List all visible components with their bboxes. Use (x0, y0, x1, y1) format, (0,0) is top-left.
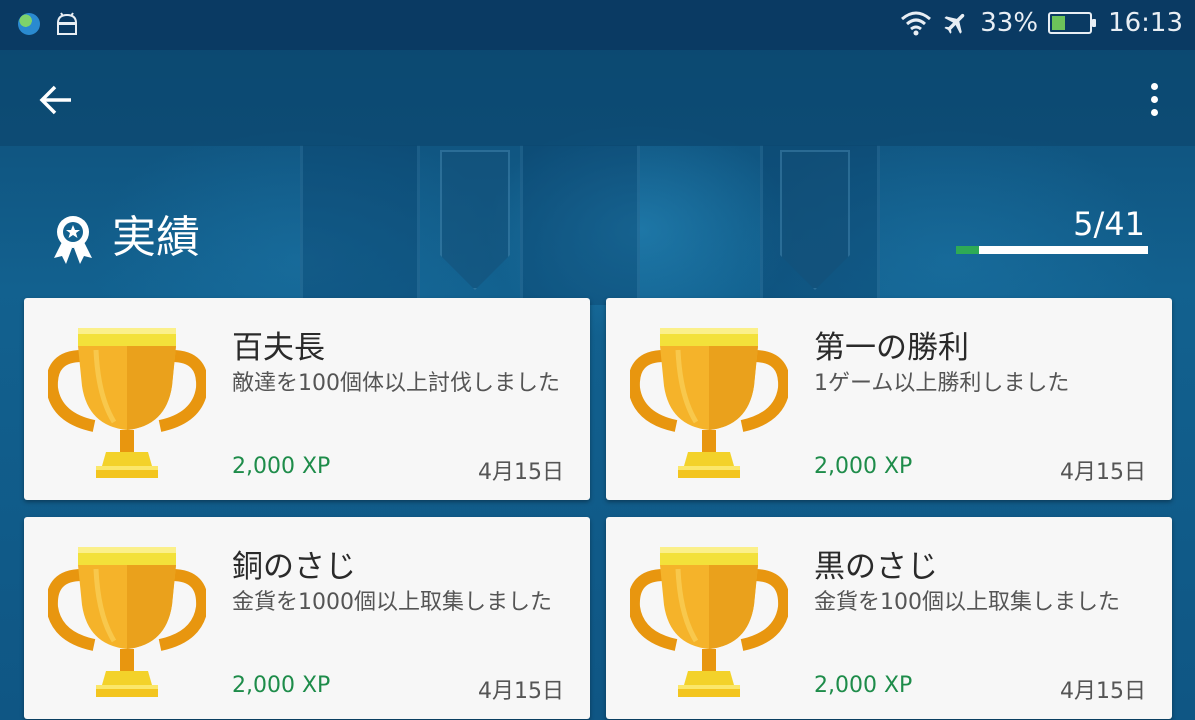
achievement-card[interactable]: 第一の勝利 1ゲーム以上勝利しました 2,000 XP 4月15日 (606, 298, 1172, 500)
trophy-icon (630, 326, 788, 482)
achievement-title: 黒のさじ (814, 549, 938, 585)
achievement-description: 1ゲーム以上勝利しました (814, 371, 1070, 396)
trophy-icon (48, 545, 206, 701)
trophy-icon (48, 326, 206, 482)
airplane-icon (944, 13, 965, 34)
achievement-description: 金貨を100個以上取集しました (814, 590, 1120, 615)
status-bar: 33% 16:13 (0, 0, 1195, 50)
achievement-description: 敵達を100個体以上討伐しました (232, 371, 560, 396)
achievement-date: 4月15日 (1060, 460, 1146, 485)
trophy-icon (630, 545, 788, 701)
achievement-xp: 2,000 XP (232, 673, 331, 698)
achievement-title: 第一の勝利 (814, 330, 969, 366)
progress-count: 5/41 (1073, 205, 1145, 243)
achievement-card[interactable]: 黒のさじ 金貨を100個以上取集しました 2,000 XP 4月15日 (606, 517, 1172, 719)
battery-charging-icon (1048, 12, 1097, 34)
page-title: 実績 (112, 212, 200, 263)
achievement-description: 金貨を1000個以上取集しました (232, 590, 552, 615)
more-vert-icon[interactable] (1139, 74, 1169, 124)
progress-bar-fill (956, 246, 980, 254)
achievement-card[interactable]: 百夫長 敵達を100個体以上討伐しました 2,000 XP 4月15日 (24, 298, 590, 500)
back-button[interactable] (30, 78, 82, 122)
achievement-date: 4月15日 (1060, 679, 1146, 704)
achievement-date: 4月15日 (478, 679, 564, 704)
wifi-icon (901, 11, 932, 36)
battery-percent: 33% (980, 8, 1039, 38)
clock: 16:13 (1108, 8, 1183, 38)
progress-bar (956, 246, 1148, 254)
achievement-xp: 2,000 XP (232, 454, 331, 479)
achievement-badge-icon (54, 216, 92, 264)
achievements-header: 実績 5/41 (0, 200, 1195, 280)
achievement-title: 百夫長 (232, 330, 325, 366)
achievement-xp: 2,000 XP (814, 454, 913, 479)
app-bar (0, 50, 1195, 146)
achievement-date: 4月15日 (478, 460, 564, 485)
android-icon (56, 12, 78, 35)
achievement-title: 銅のさじ (232, 549, 356, 585)
achievement-card[interactable]: 銅のさじ 金貨を1000個以上取集しました 2,000 XP 4月15日 (24, 517, 590, 719)
arrow-left-icon (39, 85, 71, 115)
globe-icon (18, 13, 40, 35)
achievement-xp: 2,000 XP (814, 673, 913, 698)
